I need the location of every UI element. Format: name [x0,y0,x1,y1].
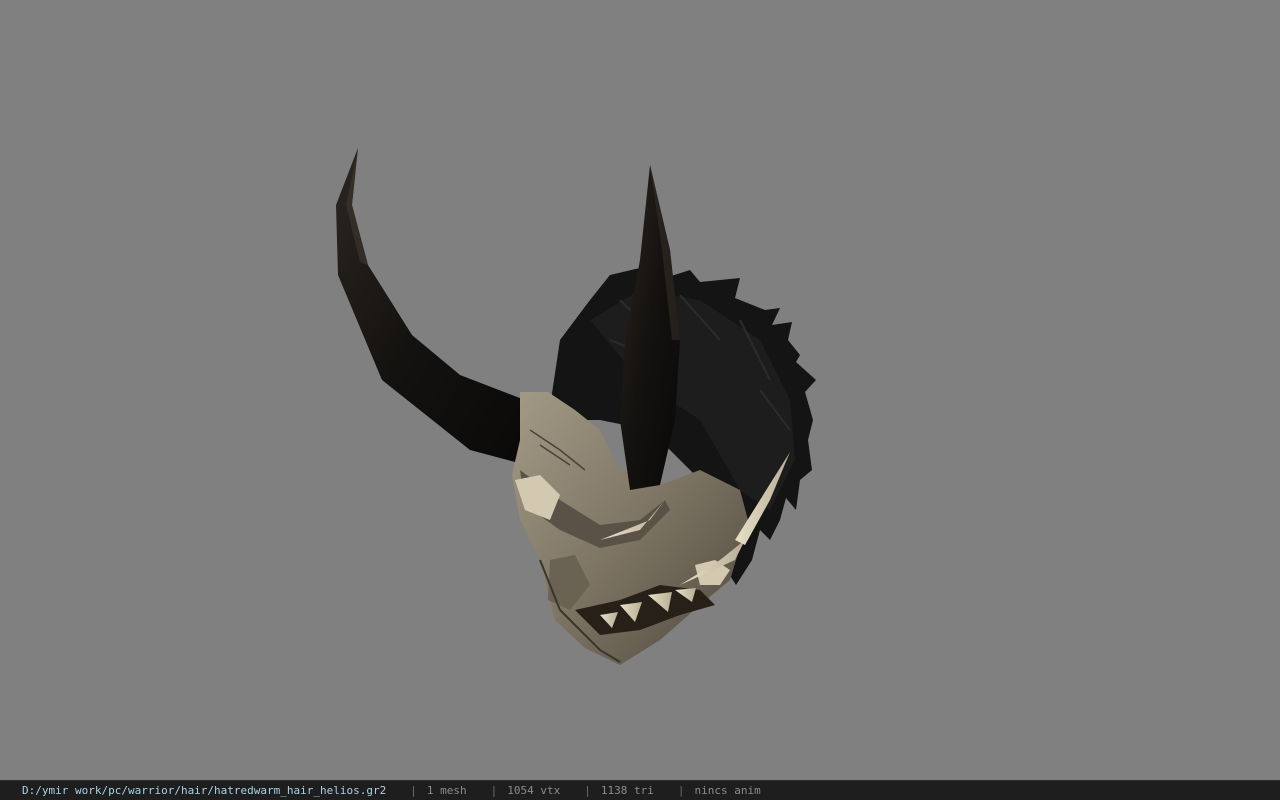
status-separator: | [410,784,417,797]
status-bar: D:/ymir work/pc/warrior/hair/hatredwarm_… [0,780,1280,800]
status-separator: | [677,784,685,797]
animation-status-label: nincs anim [694,784,761,797]
file-path-label: D:/ymir work/pc/warrior/hair/hatredwarm_… [22,784,387,797]
triangle-count-label: 1138 tri [600,784,654,797]
left-horn [336,148,535,462]
oni-mask-helmet-model-icon [336,148,816,665]
status-separator: | [584,784,591,797]
vertex-count-label: 1054 vtx [507,784,561,797]
status-separator: | [490,784,498,797]
3d-viewport[interactable] [0,0,1280,780]
mesh-count-label: 1 mesh [426,784,467,797]
